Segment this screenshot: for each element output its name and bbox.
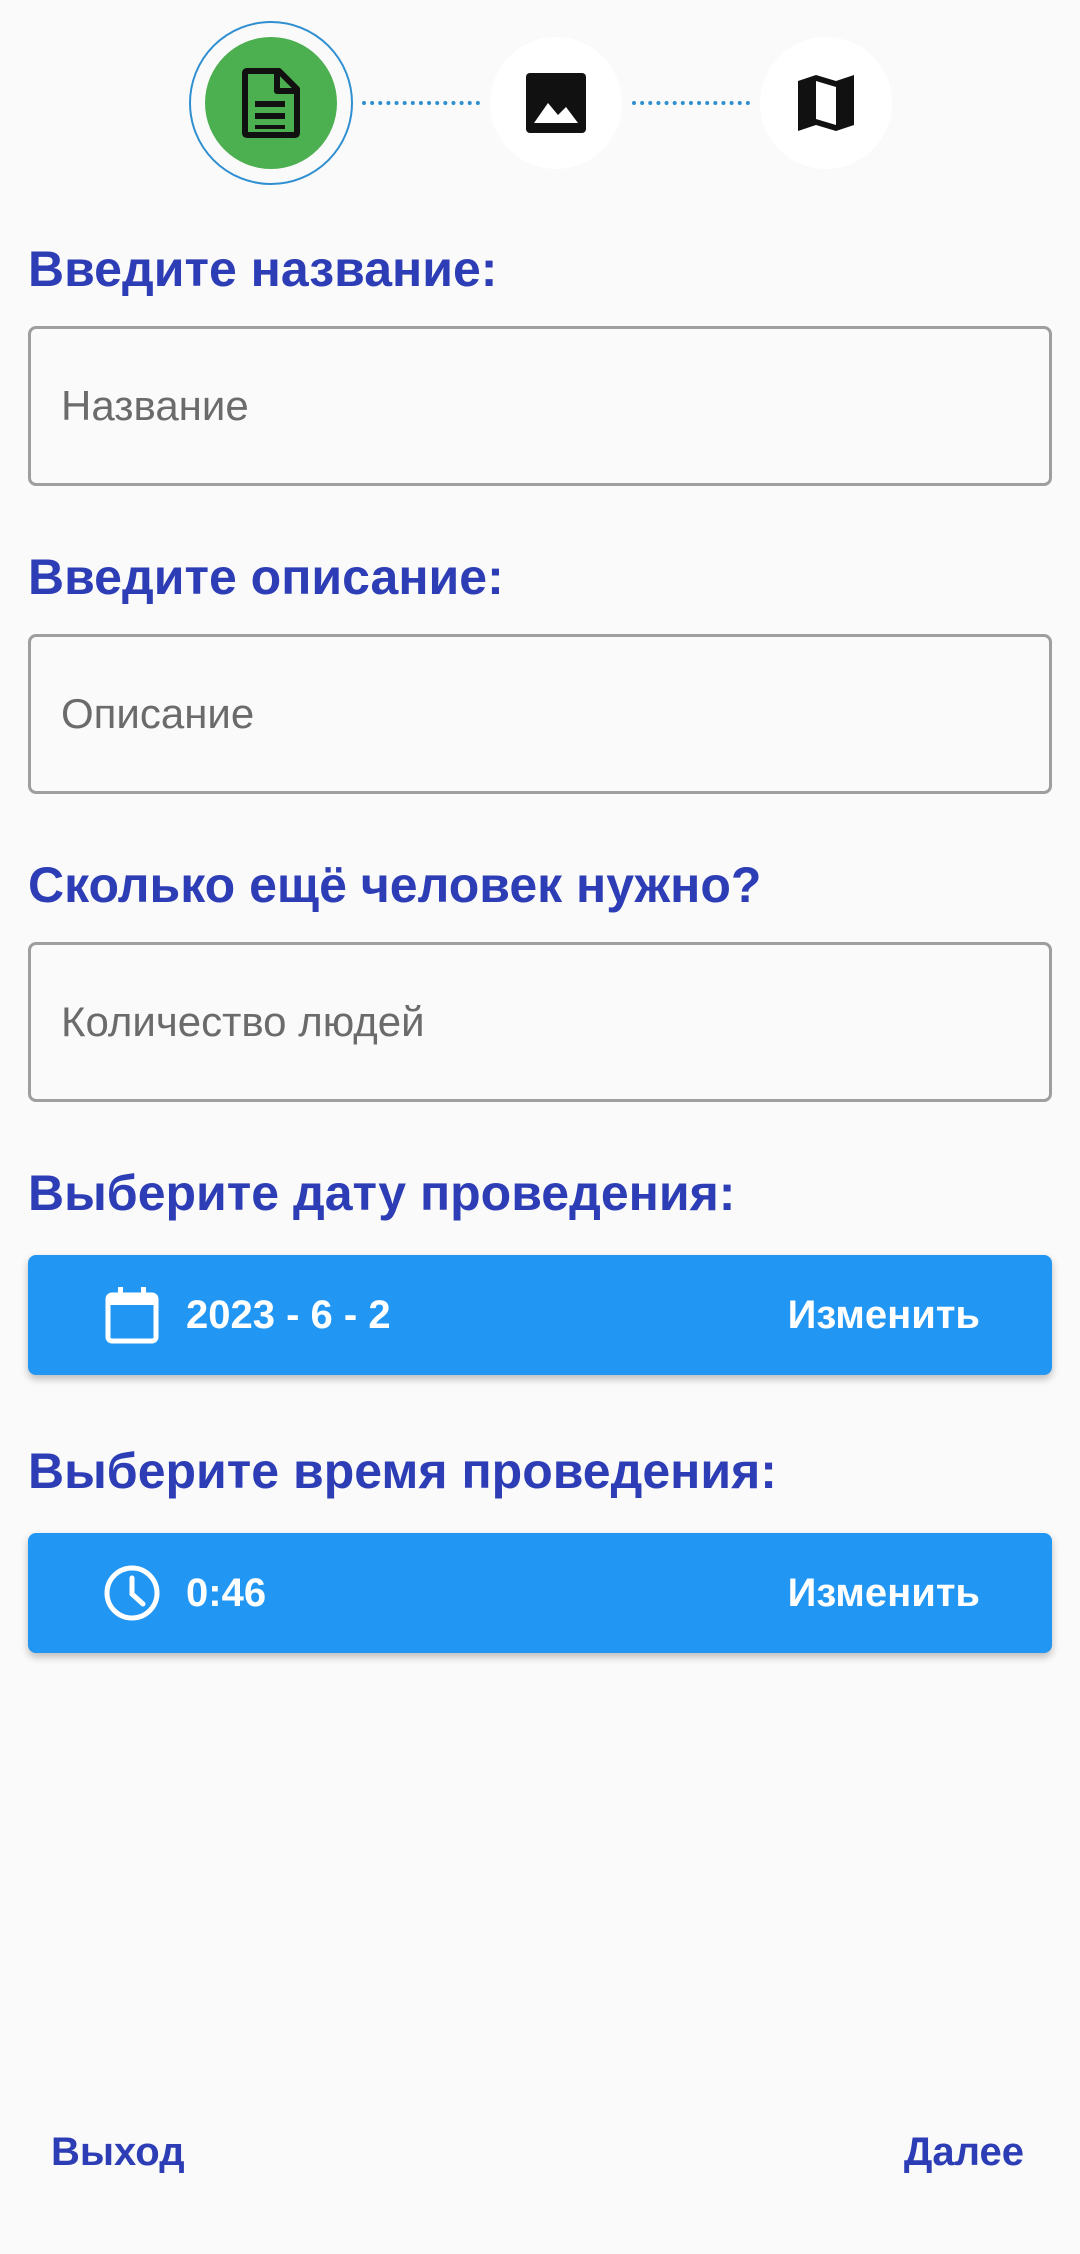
step-details[interactable]	[205, 37, 337, 169]
map-icon	[798, 75, 854, 131]
name-field-box[interactable]	[28, 326, 1052, 486]
step-map[interactable]	[760, 37, 892, 169]
create-event-screen: Введите название: Введите описание: Скол…	[0, 0, 1080, 2254]
image-icon	[526, 73, 586, 133]
name-input[interactable]	[61, 382, 1049, 430]
calendar-icon	[105, 1287, 159, 1344]
time-label: Выберите время проведения:	[28, 1443, 777, 1499]
date-value: 2023 - 6 - 2	[186, 1292, 391, 1337]
clock-icon	[104, 1565, 160, 1621]
description-field-box[interactable]	[28, 634, 1052, 794]
time-value: 0:46	[186, 1570, 267, 1615]
name-label: Введите название:	[28, 241, 498, 297]
time-picker-button[interactable]: 0:46 Изменить	[28, 1533, 1052, 1653]
document-icon	[242, 68, 300, 138]
description-label: Введите описание:	[28, 549, 504, 605]
step-image[interactable]	[490, 37, 622, 169]
step-connector	[362, 101, 480, 105]
step-connector	[632, 101, 750, 105]
change-time-label: Изменить	[787, 1570, 980, 1615]
exit-button[interactable]: Выход	[51, 2130, 185, 2175]
date-label: Выберите дату проведения:	[28, 1165, 736, 1221]
next-button[interactable]: Далее	[904, 2130, 1024, 2175]
people-count-label: Сколько ещё человек нужно?	[28, 857, 762, 913]
change-date-label: Изменить	[787, 1292, 980, 1337]
stepper	[0, 0, 1080, 210]
people-count-input[interactable]	[61, 998, 1049, 1046]
date-picker-button[interactable]: 2023 - 6 - 2 Изменить	[28, 1255, 1052, 1375]
description-input[interactable]	[61, 690, 1049, 738]
people-count-field-box[interactable]	[28, 942, 1052, 1102]
